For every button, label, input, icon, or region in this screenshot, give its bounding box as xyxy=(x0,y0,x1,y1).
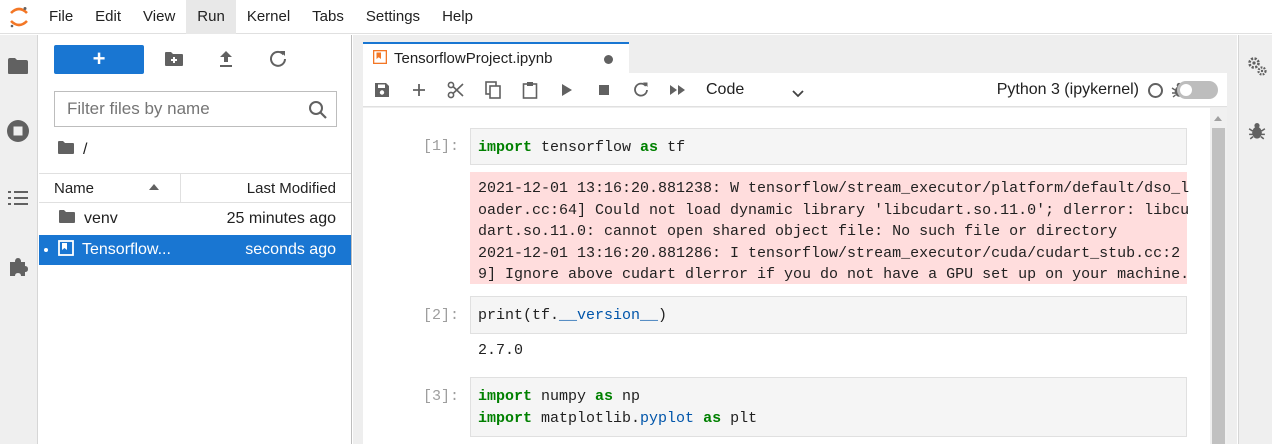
stderr-output: 2021-12-01 13:16:20.881238: W tensorflow… xyxy=(470,172,1190,284)
column-last-modified-header[interactable]: Last Modified xyxy=(181,180,351,197)
debugger-toggle[interactable] xyxy=(1177,81,1218,99)
file-row-notebook[interactable]: Tensorflow... seconds ago xyxy=(39,235,351,265)
file-name: venv xyxy=(84,210,118,227)
folder-icon[interactable] xyxy=(5,53,31,79)
cell-prompt: [2]: xyxy=(422,307,459,324)
right-sidebar xyxy=(1238,35,1272,444)
menu-help[interactable]: Help xyxy=(431,0,484,34)
file-list-header: Name Last Modified xyxy=(39,173,351,203)
restart-kernel-icon[interactable] xyxy=(622,73,659,107)
tab-title: TensorflowProject.ipynb xyxy=(394,50,553,67)
stderr-line: oader.cc:64] Could not load dynamic libr… xyxy=(478,201,1190,219)
cut-icon[interactable] xyxy=(437,73,474,107)
menu-bar: File Edit View Run Kernel Tabs Settings … xyxy=(0,0,1272,34)
stderr-line: 2021-12-01 13:16:20.881286: I tensorflow… xyxy=(478,244,1181,262)
paste-icon[interactable] xyxy=(511,73,548,107)
notebook-panel: [1]: import tensorflow as tf 2021-12-01 … xyxy=(363,108,1227,444)
code-cell-input[interactable]: import numpy as np import matplotlib.pyp… xyxy=(470,377,1187,437)
file-modified: seconds ago xyxy=(245,241,336,258)
menu-run[interactable]: Run xyxy=(186,0,236,34)
sort-ascending-icon xyxy=(149,184,159,190)
menu-tabs[interactable]: Tabs xyxy=(301,0,355,34)
file-filter-box xyxy=(54,91,337,127)
file-name: Tensorflow... xyxy=(82,241,171,258)
code-cell-input[interactable]: import tensorflow as tf xyxy=(470,128,1187,165)
folder-icon xyxy=(58,209,76,229)
running-kernels-icon[interactable] xyxy=(5,118,31,144)
menu-edit[interactable]: Edit xyxy=(84,0,132,34)
file-browser-panel: + / Name Last Modified venv xyxy=(39,35,352,444)
notebook-toolbar: Code Python 3 (ipykernel) xyxy=(363,73,1227,107)
upload-icon[interactable] xyxy=(212,45,240,73)
notebook-icon xyxy=(58,239,74,261)
stop-icon[interactable] xyxy=(585,73,622,107)
chevron-down-icon xyxy=(792,85,804,103)
kernel-status-idle-icon xyxy=(1148,83,1163,98)
main-area: TensorflowProject.ipynb Code Python 3 (i… xyxy=(353,35,1237,444)
scrollbar-thumb[interactable] xyxy=(1212,128,1225,444)
notebook-icon xyxy=(372,49,388,68)
property-inspector-gears-icon[interactable] xyxy=(1246,55,1268,80)
table-of-contents-icon[interactable] xyxy=(5,185,31,211)
breadcrumb: / xyxy=(57,139,87,161)
run-icon[interactable] xyxy=(548,73,585,107)
stderr-line: 2021-12-01 13:16:20.881238: W tensorflow… xyxy=(478,180,1190,197)
menu-file[interactable]: File xyxy=(38,0,84,34)
scroll-up-arrow-icon[interactable] xyxy=(1214,116,1222,121)
save-icon[interactable] xyxy=(363,73,400,107)
copy-icon[interactable] xyxy=(474,73,511,107)
cell-type-value: Code xyxy=(706,80,745,98)
new-launcher-button[interactable]: + xyxy=(54,44,144,74)
tab-notebook[interactable]: TensorflowProject.ipynb xyxy=(363,42,629,73)
breadcrumb-root[interactable]: / xyxy=(83,141,87,159)
unsaved-indicator-icon[interactable] xyxy=(604,55,613,64)
kernel-name-button[interactable]: Python 3 (ipykernel) xyxy=(997,81,1139,99)
stderr-line: 9] Ignore above cudart dlerror if you do… xyxy=(478,266,1190,283)
cell-type-select[interactable]: Code xyxy=(706,73,806,107)
notebook-scrollbar[interactable] xyxy=(1210,108,1227,444)
menu-view[interactable]: View xyxy=(132,0,186,34)
column-name-header[interactable]: Name xyxy=(39,173,181,203)
stdout-output: 2.7.0 xyxy=(478,342,524,359)
left-activity-bar xyxy=(0,35,38,444)
toggle-knob xyxy=(1180,84,1192,96)
search-icon xyxy=(308,100,328,120)
code-cell-input[interactable]: print(tf.__version__) xyxy=(470,296,1187,334)
file-modified: 25 minutes ago xyxy=(226,210,336,227)
new-folder-icon[interactable] xyxy=(160,45,188,73)
running-indicator-dot xyxy=(44,248,48,252)
restart-run-all-icon[interactable] xyxy=(659,73,696,107)
insert-cell-icon[interactable] xyxy=(400,73,437,107)
menu-kernel[interactable]: Kernel xyxy=(236,0,301,34)
tab-bar: TensorflowProject.ipynb xyxy=(353,35,1237,73)
cell-prompt: [3]: xyxy=(422,388,459,405)
column-name-label: Name xyxy=(54,179,95,197)
extension-puzzle-icon[interactable] xyxy=(5,254,31,280)
debugger-bug-icon[interactable] xyxy=(1248,122,1266,143)
stderr-line: dart.so.11.0: cannot open shared object … xyxy=(478,223,1118,240)
menu-settings[interactable]: Settings xyxy=(355,0,431,34)
filter-files-input[interactable] xyxy=(55,92,295,126)
cell-prompt: [1]: xyxy=(422,138,459,155)
file-browser-toolbar: + xyxy=(54,44,292,74)
refresh-icon[interactable] xyxy=(264,45,292,73)
file-row-venv[interactable]: venv 25 minutes ago xyxy=(39,204,351,234)
jupyter-logo-icon xyxy=(0,0,38,34)
home-folder-icon[interactable] xyxy=(57,140,75,160)
